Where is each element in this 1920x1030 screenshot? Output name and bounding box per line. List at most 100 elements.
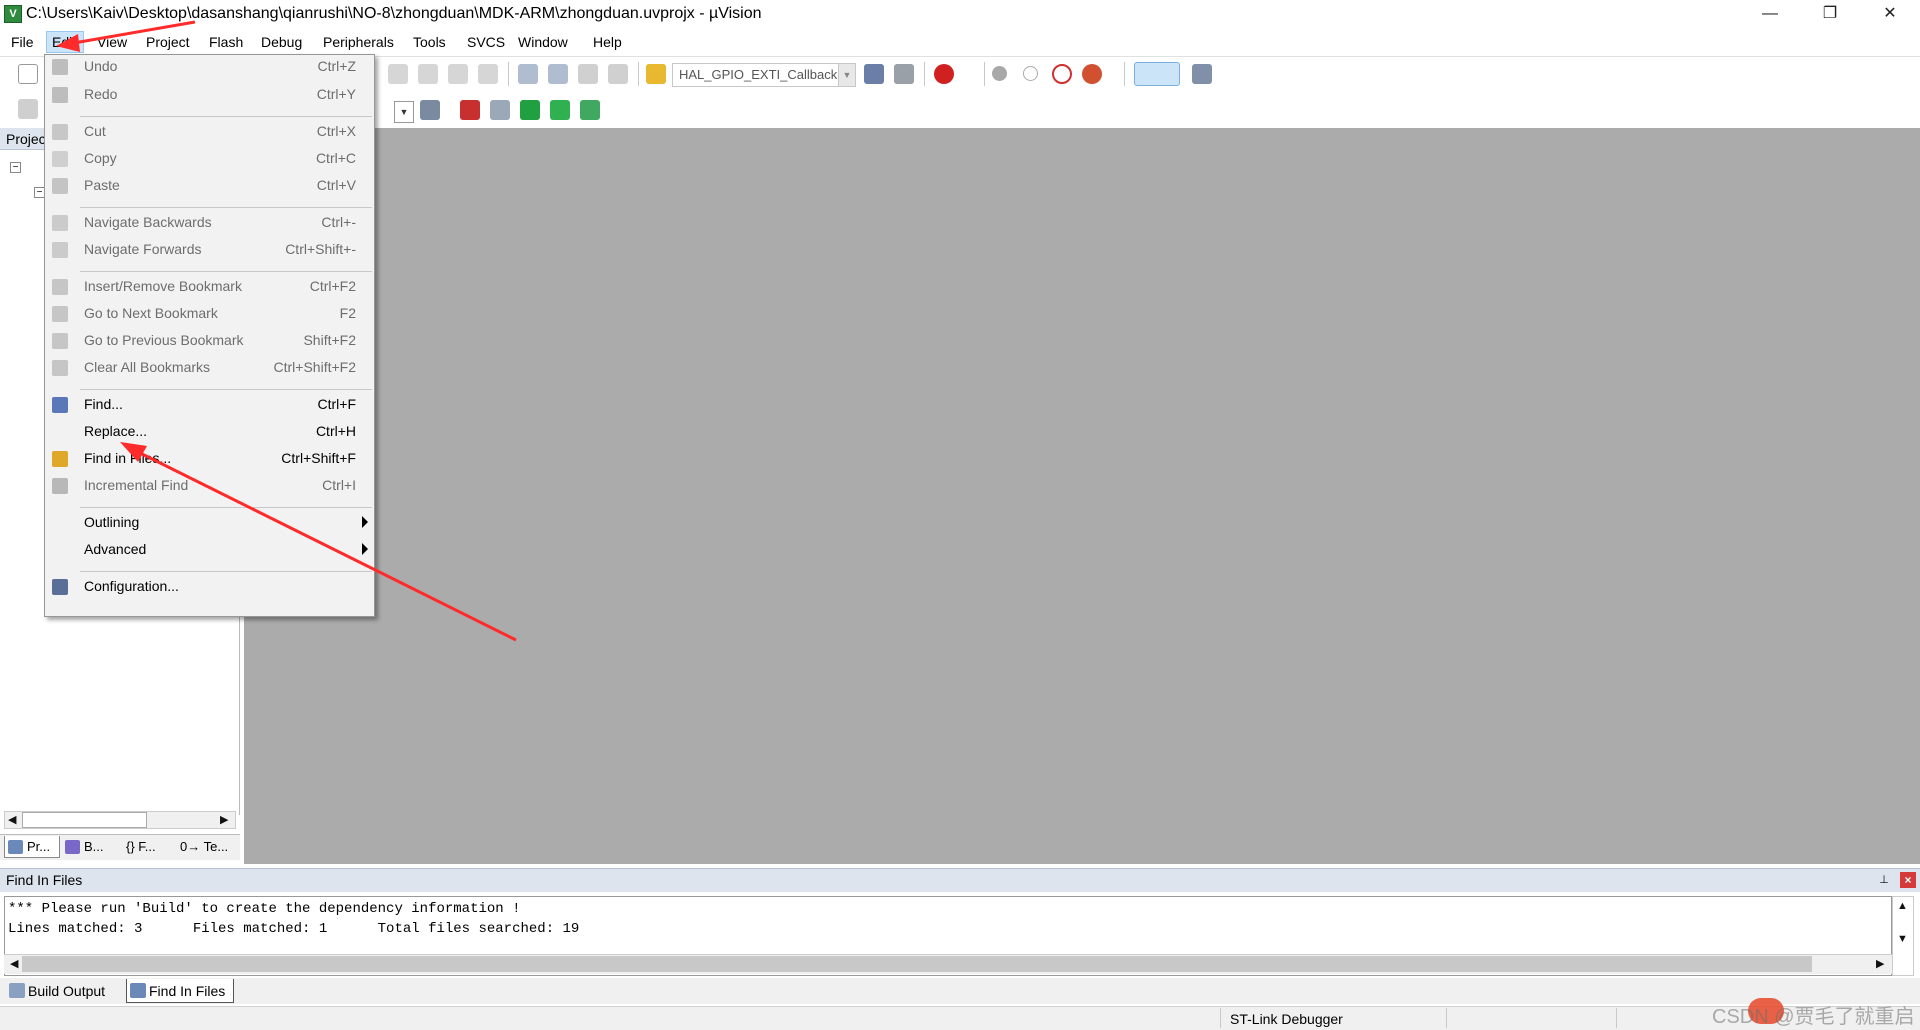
bookmark-icon: [52, 279, 68, 295]
comment-icon[interactable]: [578, 64, 598, 84]
new-file-icon[interactable]: [18, 64, 38, 84]
menu-item-shortcut: Ctrl+F2: [309, 278, 356, 294]
menu-separator: [80, 271, 372, 272]
output-tabs: [0, 978, 1920, 1004]
find-in-files-toolbar-icon[interactable]: [646, 64, 666, 84]
menu-item-label: Redo: [84, 86, 118, 102]
menu-item-go-to-next-bookmark[interactable]: Go to Next Bookmark F2: [45, 301, 376, 327]
menu-item-shortcut: Ctrl+C: [315, 150, 356, 166]
chevron-down-icon[interactable]: ▼: [838, 64, 855, 86]
menu-item-cut[interactable]: Cut Ctrl+X: [45, 119, 376, 145]
menu-item-go-to-previous-bookmark[interactable]: Go to Previous Bookmark Shift+F2: [45, 328, 376, 354]
toolbar-separator: [508, 62, 509, 86]
disable-all-breakpoints-icon[interactable]: [1052, 64, 1072, 84]
debugger-status: ST-Link Debugger: [1230, 1011, 1343, 1027]
menu-item-shortcut: Ctrl+H: [315, 423, 356, 439]
tab-build-output[interactable]: Build Output: [6, 979, 124, 1003]
close-icon[interactable]: ×: [1900, 872, 1916, 888]
find-icon[interactable]: [864, 64, 884, 84]
menu-item-find[interactable]: Find... Ctrl+F: [45, 392, 376, 418]
batch-setup-icon[interactable]: [18, 99, 38, 119]
menu-item-advanced[interactable]: Advanced: [45, 537, 376, 563]
menu-item-navigate-forwards[interactable]: Navigate Forwards Ctrl+Shift+-: [45, 237, 376, 263]
target-combo[interactable]: ▼: [394, 101, 414, 123]
scroll-up-icon[interactable]: ▲: [1897, 900, 1908, 912]
status-bar: [0, 1006, 1920, 1030]
menu-item-label: Insert/Remove Bookmark: [84, 278, 242, 294]
window-layout-icon[interactable]: [1134, 62, 1180, 86]
scroll-right-icon[interactable]: ▶: [220, 813, 228, 826]
menu-separator: [80, 389, 372, 390]
build-output-icon: [9, 983, 25, 998]
menu-item-label: Undo: [84, 58, 118, 74]
restore-button[interactable]: ❐: [1800, 0, 1860, 30]
menu-item-paste[interactable]: Paste Ctrl+V: [45, 173, 376, 199]
menu-item-label: Advanced: [84, 541, 147, 557]
uvision-app-icon[interactable]: V: [4, 5, 22, 23]
close-window-button[interactable]: ✕: [1860, 0, 1920, 30]
menu-help[interactable]: Help: [593, 34, 622, 50]
tab-project[interactable]: Pr...: [4, 836, 60, 858]
menu-edit[interactable]: Edit: [52, 34, 76, 50]
select-packs-icon[interactable]: [490, 100, 510, 120]
menu-item-find-in-files[interactable]: Find in Files... Ctrl+Shift+F: [45, 446, 376, 472]
menu-project[interactable]: Project: [146, 34, 190, 50]
menu-item-navigate-backwards[interactable]: Navigate Backwards Ctrl+-: [45, 210, 376, 236]
menu-view[interactable]: View: [97, 34, 127, 50]
scrollbar-thumb[interactable]: [22, 812, 147, 828]
function-combo[interactable]: HAL_GPIO_EXTI_Callback: [672, 63, 856, 87]
scroll-down-icon[interactable]: ▼: [1897, 933, 1908, 945]
bookmark-prev-icon[interactable]: [418, 64, 438, 84]
menu-item-undo[interactable]: Undo Ctrl+Z: [45, 54, 376, 80]
toolbar-separator: [984, 62, 985, 86]
scrollbar-thumb[interactable]: [22, 956, 1812, 972]
options-icon[interactable]: [420, 100, 440, 120]
bookmark-toggle-icon[interactable]: [388, 64, 408, 84]
menu-debug[interactable]: Debug: [261, 34, 302, 50]
menu-item-configuration[interactable]: Configuration...: [45, 574, 376, 600]
debug-session-icon[interactable]: [934, 64, 954, 84]
toolbar-separator: [924, 62, 925, 86]
menu-item-label: Find in Files...: [84, 450, 172, 466]
menu-window[interactable]: Window: [518, 34, 568, 50]
next-bookmark-icon: [52, 306, 68, 322]
manage-runtime-icon[interactable]: [520, 100, 540, 120]
tab-functions[interactable]: {} F...: [110, 836, 170, 858]
menu-item-shortcut: Ctrl+Shift+F: [281, 450, 356, 466]
device-database-icon[interactable]: [580, 100, 600, 120]
menu-item-incremental-find[interactable]: Incremental Find Ctrl+I: [45, 473, 376, 499]
menu-item-clear-all-bookmarks[interactable]: Clear All Bookmarks Ctrl+Shift+F2: [45, 355, 376, 381]
incremental-find-icon[interactable]: [894, 64, 914, 84]
unindent-icon[interactable]: [548, 64, 568, 84]
menu-tools[interactable]: Tools: [413, 34, 446, 50]
scroll-left-icon[interactable]: ◀: [8, 813, 16, 826]
pack-installer-icon[interactable]: [550, 100, 570, 120]
tree-collapse-icon[interactable]: −: [10, 162, 21, 173]
menu-item-shortcut: Ctrl+Shift+F2: [273, 359, 356, 375]
tab-templates[interactable]: 0→ Te...: [176, 836, 238, 858]
bookmark-next-icon[interactable]: [448, 64, 468, 84]
disable-breakpoint-icon[interactable]: [1023, 66, 1038, 81]
menu-item-redo[interactable]: Redo Ctrl+Y: [45, 82, 376, 108]
menu-item-insert-remove-bookmark[interactable]: Insert/Remove Bookmark Ctrl+F2: [45, 274, 376, 300]
menu-peripherals[interactable]: Peripherals: [323, 34, 394, 50]
menu-item-replace[interactable]: Replace... Ctrl+H: [45, 419, 376, 445]
pin-icon[interactable]: ⊥: [1877, 873, 1891, 887]
wrench-icon[interactable]: [1192, 64, 1212, 84]
menu-svcs[interactable]: SVCS: [467, 34, 505, 50]
manage-components-icon[interactable]: [460, 100, 480, 120]
scroll-right-icon[interactable]: ▶: [1876, 957, 1884, 970]
minimize-button[interactable]: —: [1740, 0, 1800, 30]
kill-breakpoints-icon[interactable]: [1082, 64, 1102, 84]
editor-area[interactable]: [244, 128, 1920, 864]
menu-file[interactable]: File: [11, 34, 34, 50]
menu-flash[interactable]: Flash: [209, 34, 243, 50]
scroll-left-icon[interactable]: ◀: [10, 957, 18, 970]
menu-item-outlining[interactable]: Outlining: [45, 510, 376, 536]
bookmark-clear-icon[interactable]: [478, 64, 498, 84]
breakpoint-icon[interactable]: [992, 66, 1007, 81]
uncomment-icon[interactable]: [608, 64, 628, 84]
tab-find-in-files[interactable]: Find In Files: [126, 979, 234, 1003]
menu-item-copy[interactable]: Copy Ctrl+C: [45, 146, 376, 172]
indent-icon[interactable]: [518, 64, 538, 84]
